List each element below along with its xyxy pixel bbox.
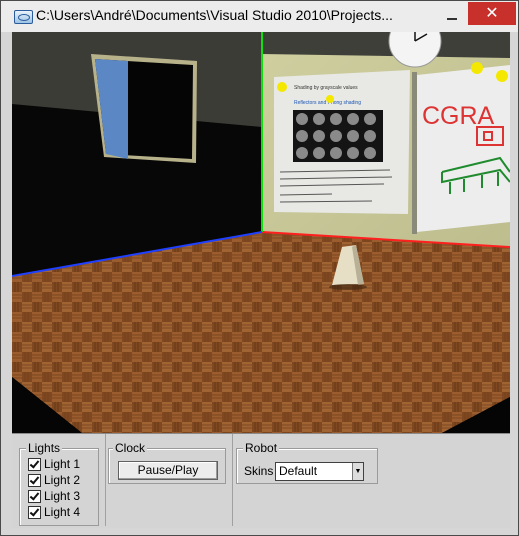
light-1-label: Light 1 — [44, 457, 81, 471]
check-icon — [28, 474, 41, 487]
check-icon — [28, 458, 41, 471]
chevron-down-icon[interactable]: ▼ — [352, 463, 363, 480]
wall-dark-band — [262, 32, 510, 58]
whiteboard — [417, 65, 510, 232]
control-panel: Lights Light 1 Light 2 Light 3 Light 4 C… — [12, 433, 510, 528]
light-4-label: Light 4 — [44, 505, 81, 519]
scene-canvas: Shading by grayscale values Reflectors a… — [12, 32, 510, 433]
whiteboard-text: CGRA — [422, 102, 495, 130]
check-icon — [28, 506, 41, 519]
title-bar[interactable]: C:\Users\André\Documents\Visual Studio 2… — [1, 1, 518, 32]
panel-separator — [105, 434, 106, 526]
skins-label: Skins — [244, 464, 274, 478]
light-bulb-1 — [277, 82, 287, 92]
skins-dropdown-value: Default — [279, 464, 318, 478]
clock-group: Clock Pause/Play — [108, 441, 226, 484]
check-icon — [28, 490, 41, 503]
light-bulb-2 — [326, 95, 334, 103]
whiteboard-frame — [412, 72, 417, 234]
minimize-button[interactable] — [441, 9, 463, 23]
light-bulb-3 — [471, 62, 483, 74]
app-window: C:\Users\André\Documents\Visual Studio 2… — [0, 0, 519, 536]
light-bulb-4 — [496, 70, 508, 82]
robot-floor-shadow — [329, 284, 367, 290]
lights-group-title: Lights — [26, 441, 63, 455]
robot-group: Robot Skins Default ▼ — [236, 441, 378, 484]
skins-dropdown[interactable]: Default ▼ — [275, 462, 364, 481]
robot-group-title: Robot — [243, 441, 280, 455]
clock-group-title: Clock — [113, 441, 148, 455]
lights-group: Lights Light 1 Light 2 Light 3 Light 4 — [19, 441, 99, 526]
pause-play-button[interactable]: Pause/Play — [118, 461, 218, 480]
window-title: C:\Users\André\Documents\Visual Studio 2… — [36, 7, 393, 23]
light-2-label: Light 2 — [44, 473, 81, 487]
app-icon — [14, 10, 33, 24]
light-3-label: Light 3 — [44, 489, 81, 503]
panel-separator — [232, 434, 233, 526]
3d-viewport[interactable]: Shading by grayscale values Reflectors a… — [12, 32, 510, 433]
close-button[interactable]: ✕ — [468, 2, 516, 25]
poster-heading: Shading by grayscale values — [294, 85, 358, 91]
